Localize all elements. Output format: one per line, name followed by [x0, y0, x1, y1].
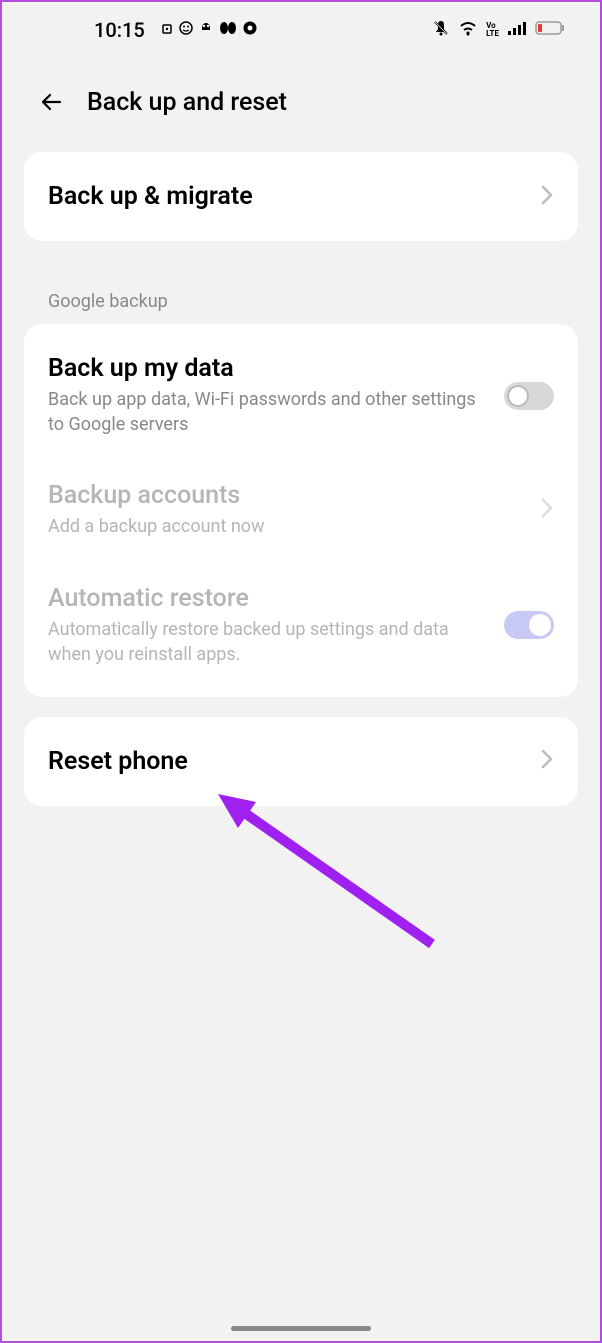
row-text: Reset phone [48, 747, 528, 776]
reset-phone-row[interactable]: Reset phone [24, 717, 578, 806]
row-text: Backup accounts Add a backup account now [48, 481, 528, 539]
status-bar: 10:15 VoLTE [2, 2, 600, 57]
backup-my-data-toggle[interactable] [504, 382, 554, 410]
chevron-right-icon [540, 748, 554, 774]
backup-migrate-title: Back up & migrate [48, 182, 528, 211]
notif-icon-1 [161, 20, 173, 39]
battery-icon [535, 20, 565, 40]
notif-icon-3 [199, 20, 213, 39]
chevron-right-icon [540, 497, 554, 523]
automatic-restore-subtitle: Automatically restore backed up settings… [48, 617, 492, 667]
backup-accounts-subtitle: Add a backup account now [48, 514, 528, 539]
backup-my-data-row[interactable]: Back up my data Back up app data, Wi-Fi … [24, 324, 578, 459]
status-notification-icons [161, 20, 257, 39]
backup-migrate-row[interactable]: Back up & migrate [24, 152, 578, 241]
backup-my-data-title: Back up my data [48, 354, 492, 383]
row-text: Automatic restore Automatically restore … [48, 584, 492, 667]
google-backup-card: Back up my data Back up app data, Wi-Fi … [24, 324, 578, 697]
notif-icon-5 [243, 20, 257, 39]
row-text: Back up my data Back up app data, Wi-Fi … [48, 354, 492, 437]
chevron-right-icon [540, 184, 554, 210]
signal-icon [507, 20, 527, 40]
automatic-restore-title: Automatic restore [48, 584, 492, 613]
back-button[interactable] [37, 87, 67, 117]
back-arrow-icon [38, 88, 66, 116]
page-title: Back up and reset [87, 88, 287, 117]
automatic-restore-row: Automatic restore Automatically restore … [24, 562, 578, 697]
row-text: Back up & migrate [48, 182, 528, 211]
backup-accounts-title: Backup accounts [48, 481, 528, 510]
backup-migrate-card: Back up & migrate [24, 152, 578, 241]
status-right: VoLTE [432, 19, 565, 41]
backup-accounts-row[interactable]: Backup accounts Add a backup account now [24, 459, 578, 561]
home-indicator[interactable] [231, 1326, 371, 1331]
notif-icon-4 [219, 20, 237, 39]
reset-phone-title: Reset phone [48, 747, 528, 776]
volte-icon: VoLTE [486, 22, 499, 38]
google-backup-section-label: Google backup [24, 261, 578, 324]
reset-phone-card: Reset phone [24, 717, 578, 806]
automatic-restore-toggle [504, 611, 554, 639]
notif-icon-2 [179, 20, 193, 39]
status-time: 10:15 [94, 18, 145, 42]
header-bar: Back up and reset [2, 57, 600, 137]
mute-icon [432, 19, 450, 41]
status-left: 10:15 [94, 18, 257, 42]
backup-my-data-subtitle: Back up app data, Wi-Fi passwords and ot… [48, 387, 492, 437]
wifi-icon [458, 20, 478, 40]
content-area: Back up & migrate Google backup Back up … [2, 137, 600, 841]
